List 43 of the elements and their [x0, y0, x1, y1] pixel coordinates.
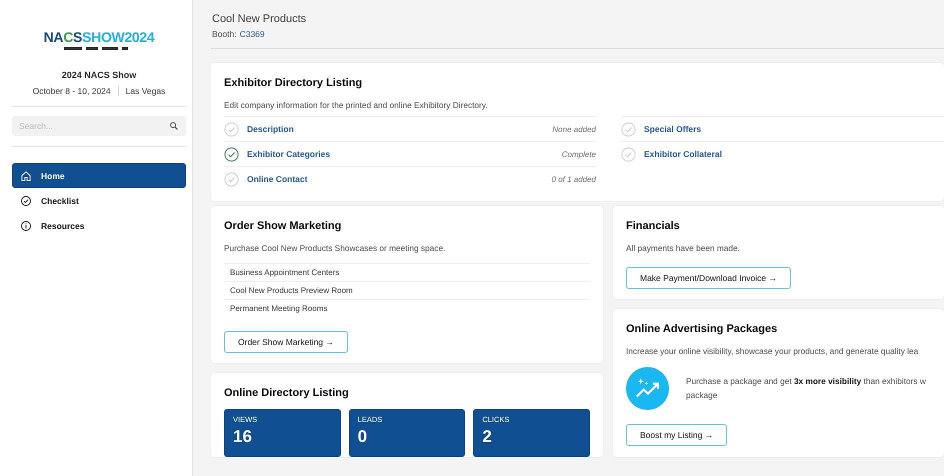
- item-link[interactable]: Special Offers: [644, 124, 702, 134]
- trending-chart-icon: [626, 367, 669, 410]
- item-link[interactable]: Exhibitor Categories: [247, 149, 330, 159]
- card-title: Order Show Marketing: [224, 220, 342, 232]
- event-location: Las Vegas: [126, 86, 166, 96]
- stat-value: 16: [233, 427, 253, 447]
- nav-item[interactable]: Home: [12, 163, 186, 188]
- event-logo: NACSSHOW2024: [44, 29, 154, 45]
- check-circle-icon: [20, 194, 32, 206]
- item-link[interactable]: Description: [247, 124, 294, 134]
- card-description: Edit company information for the printed and online Exhibitory Directory.: [224, 100, 489, 110]
- stat-value: 0: [358, 427, 368, 447]
- info-icon: [20, 220, 32, 232]
- nav-item[interactable]: Resources: [12, 213, 186, 238]
- action-button[interactable]: Boost my Listing →: [626, 424, 728, 446]
- action-button[interactable]: Order Show Marketing →: [224, 331, 348, 353]
- list-item: Business Appointment Centers: [224, 263, 590, 281]
- card-description: Increase your online visibility, showcase your products, and generate quality lea: [626, 346, 920, 356]
- search-icon: [169, 121, 179, 131]
- nav-item[interactable]: Checklist: [12, 188, 186, 213]
- item-link[interactable]: Exhibitor Collateral: [644, 149, 722, 159]
- booth-number[interactable]: C3369: [240, 29, 265, 39]
- item-status: Complete: [562, 150, 596, 158]
- list-item: Permanent Meeting Rooms: [224, 299, 590, 317]
- action-button[interactable]: Make Payment/Download Invoice →: [626, 267, 792, 289]
- card-description: All payments have been made.: [626, 243, 741, 253]
- list-item: Cool New Products Preview Room: [224, 281, 590, 299]
- promo-text: Purchase a package and get 3x more visibility than exhibitors w package: [686, 375, 926, 402]
- event-name: 2024 NACS Show: [62, 70, 136, 80]
- card-title: Online Advertising Packages: [626, 323, 778, 335]
- stat-value: 2: [482, 427, 493, 447]
- home-icon: [20, 170, 32, 182]
- item-status: None added: [552, 124, 596, 134]
- booth-label: Booth:: [212, 29, 237, 39]
- card-title: Financials: [626, 220, 681, 232]
- exhibitor-name: Cool New Products: [212, 13, 308, 25]
- item-link[interactable]: Online Contact: [247, 174, 308, 184]
- event-dates: October 8 - 10, 2024: [32, 86, 111, 96]
- sponsor-logos-drawing: [64, 47, 128, 50]
- item-status: 0 of 1 added: [552, 174, 596, 184]
- card-description: Purchase Cool New Products Showcases or meeting space.: [224, 243, 446, 253]
- card-title: Online Directory Listing: [224, 387, 350, 399]
- card-title: Exhibitor Directory Listing: [224, 77, 364, 89]
